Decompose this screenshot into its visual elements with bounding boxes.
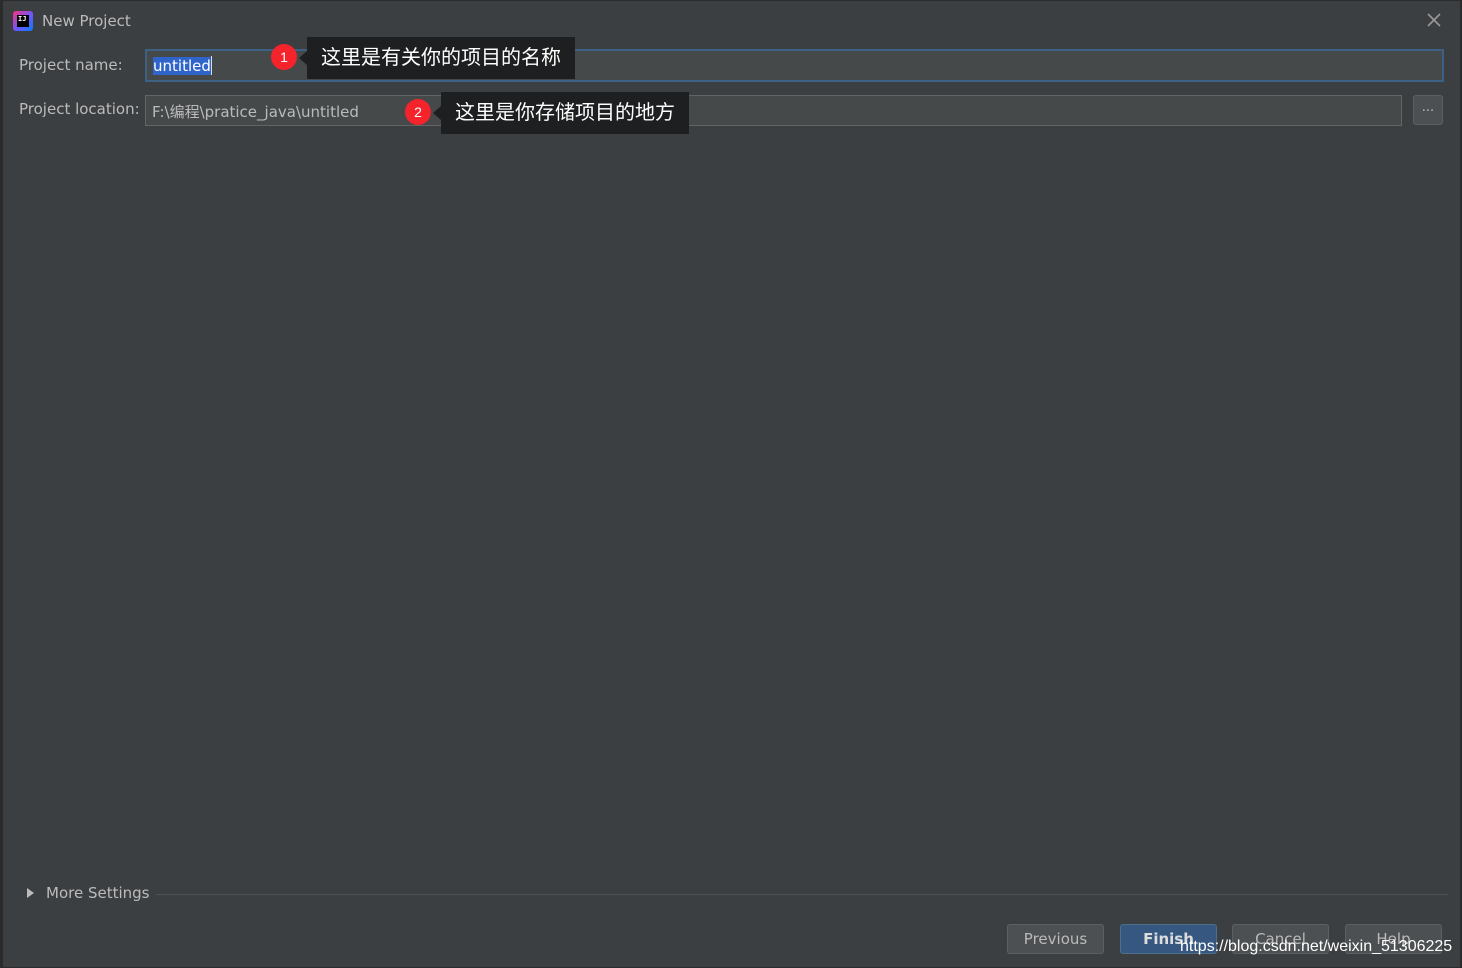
more-settings-divider bbox=[156, 894, 1448, 895]
new-project-dialog: IJ New Project Project name: untitled Pr… bbox=[2, 0, 1462, 968]
window-title: New Project bbox=[42, 12, 131, 30]
intellij-app-icon: IJ bbox=[13, 11, 33, 31]
browse-button[interactable]: ... bbox=[1413, 95, 1443, 125]
project-name-value: untitled bbox=[153, 57, 211, 75]
watermark-url: https://blog.csdn.net/weixin_51306225 bbox=[1180, 938, 1453, 955]
callout-text-1: 这里是有关你的项目的名称 bbox=[299, 37, 575, 79]
text-caret bbox=[210, 56, 212, 75]
title-bar: IJ New Project bbox=[3, 1, 1461, 41]
project-name-label: Project name: bbox=[19, 56, 123, 74]
project-location-value: F:\编程\pratice_java\untitled bbox=[152, 103, 359, 121]
previous-button[interactable]: Previous bbox=[1007, 924, 1104, 954]
callout-text-2: 这里是你存储项目的地方 bbox=[433, 92, 689, 134]
triangle-right-icon bbox=[27, 888, 34, 898]
callout-badge-1: 1 bbox=[271, 44, 297, 70]
callout-badge-2: 2 bbox=[405, 99, 431, 125]
close-icon[interactable] bbox=[1425, 11, 1443, 29]
more-settings-label: More Settings bbox=[46, 884, 150, 902]
app-icon-text: IJ bbox=[17, 15, 29, 27]
project-location-input[interactable]: F:\编程\pratice_java\untitled bbox=[145, 95, 1402, 126]
project-location-label: Project location: bbox=[19, 100, 140, 118]
